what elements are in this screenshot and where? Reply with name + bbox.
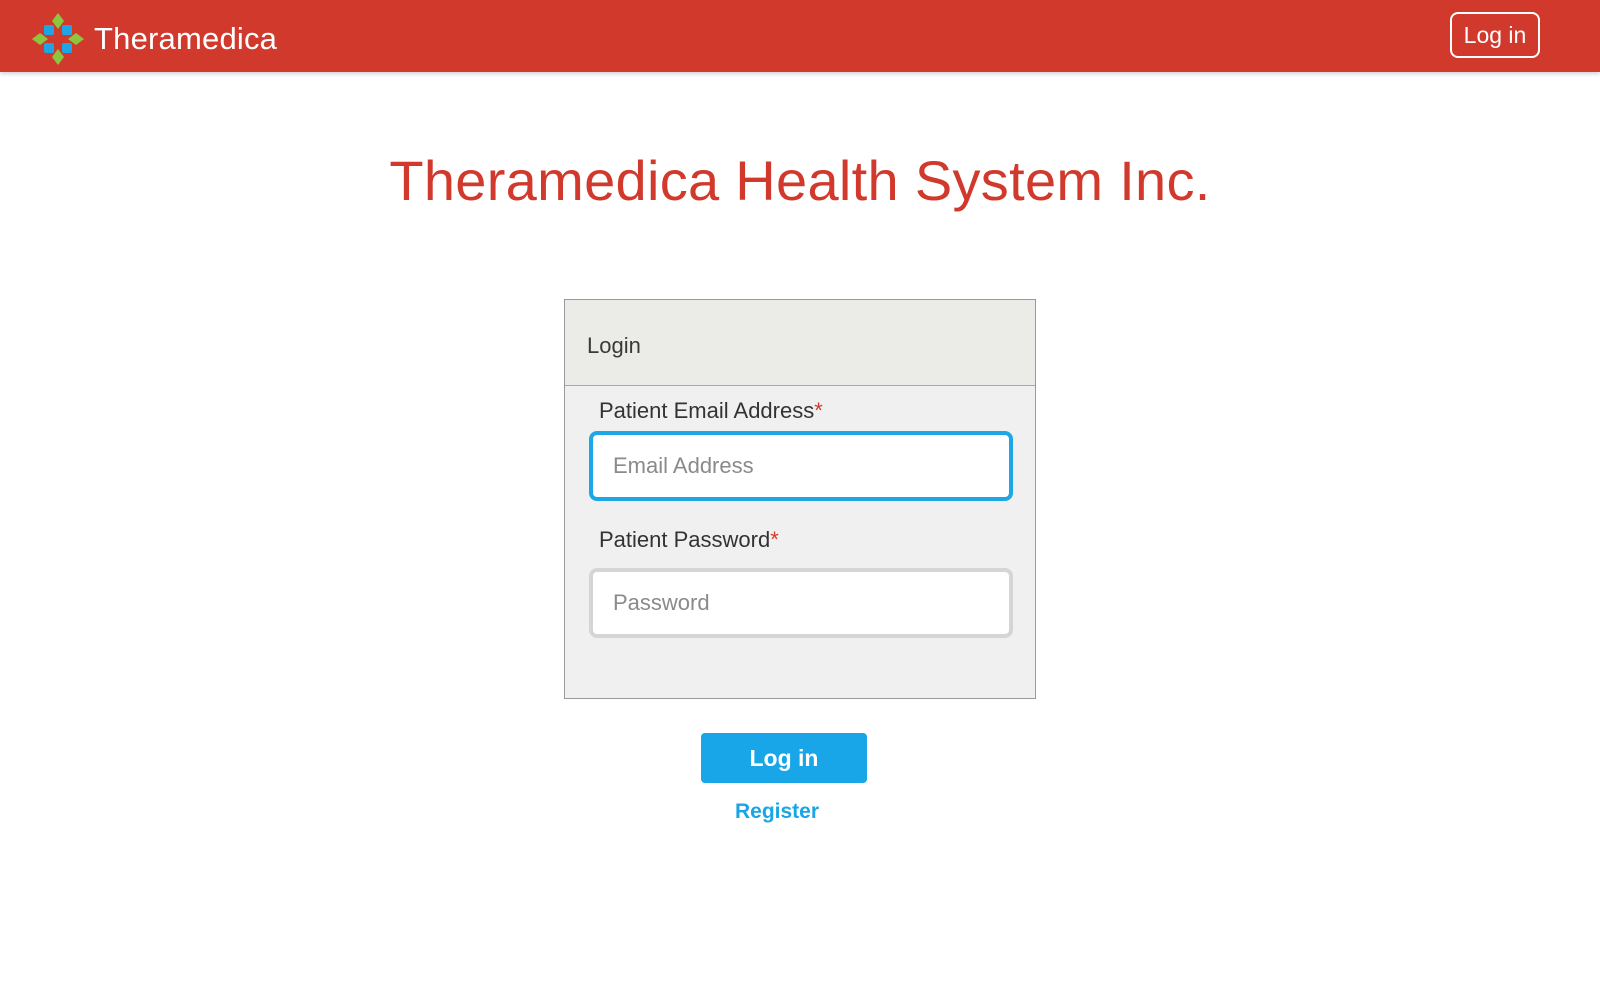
email-label-text: Patient Email Address xyxy=(599,398,815,423)
email-field-label: Patient Email Address* xyxy=(599,398,823,424)
brand[interactable]: Theramedica xyxy=(30,12,277,66)
email-required-marker: * xyxy=(814,398,823,423)
page-title: Theramedica Health System Inc. xyxy=(389,149,1211,212)
password-label-text: Patient Password xyxy=(599,527,771,552)
login-card: Login Patient Email Address* Patient Pas… xyxy=(564,299,1036,699)
login-card-header: Login xyxy=(565,300,1035,386)
theramedica-logo-icon xyxy=(32,13,84,65)
password-required-marker: * xyxy=(770,527,779,552)
header-login-button[interactable]: Log in xyxy=(1450,12,1540,58)
login-submit-button[interactable]: Log in xyxy=(701,733,867,783)
password-field-label: Patient Password* xyxy=(599,527,779,553)
email-input[interactable] xyxy=(589,431,1013,501)
top-navigation-bar: Theramedica Log in xyxy=(0,0,1600,72)
password-input[interactable] xyxy=(589,568,1013,638)
register-link[interactable]: Register xyxy=(700,800,854,824)
brand-name: Theramedica xyxy=(94,21,278,56)
